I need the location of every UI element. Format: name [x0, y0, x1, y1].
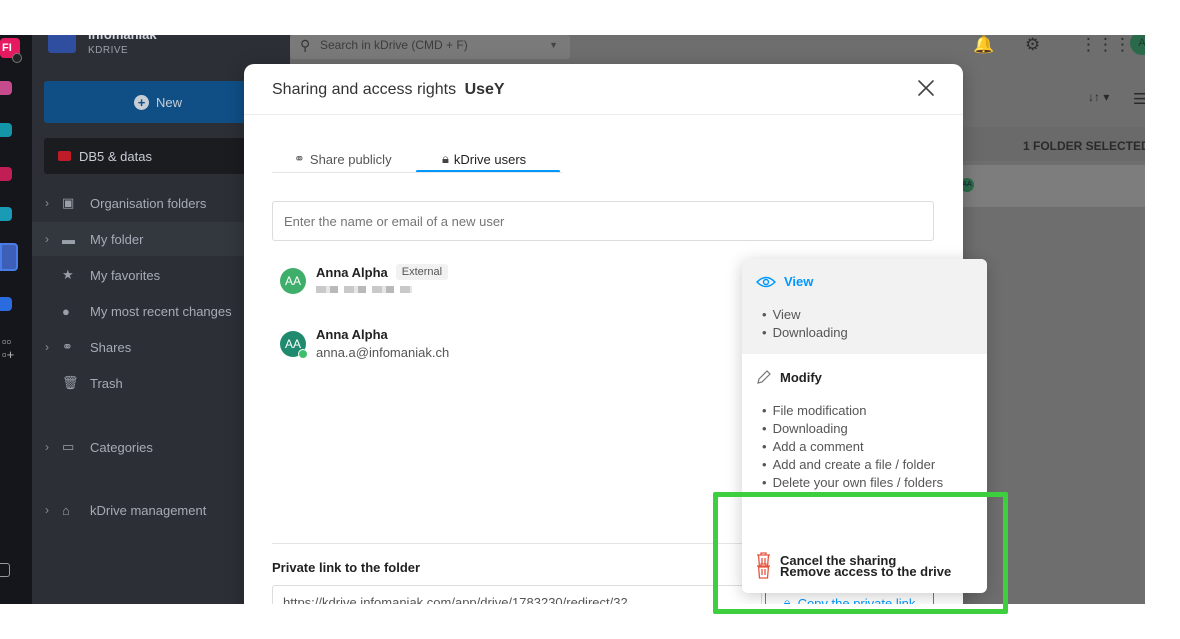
kdrive-icon[interactable]: [0, 207, 12, 221]
chevron-down-icon[interactable]: ▼: [549, 35, 558, 55]
verified-icon: [298, 349, 308, 359]
user-row-external[interactable]: AA Anna Alpha External: [280, 264, 449, 294]
drive-color-icon: [58, 151, 71, 161]
list-item: Add a comment: [762, 438, 943, 456]
user-name: Anna Alpha: [316, 327, 388, 342]
search-icon: ⚲: [300, 37, 311, 53]
kchat-icon[interactable]: [0, 123, 12, 137]
private-link-label: Private link to the folder: [272, 560, 421, 575]
bell-icon[interactable]: 🔔: [973, 35, 994, 55]
user-name: Anna Alpha: [316, 264, 388, 280]
star-icon: ★: [62, 267, 74, 282]
chevron-right-icon[interactable]: ›: [32, 232, 62, 246]
redacted-email: [316, 286, 412, 293]
tab-kdrive-users[interactable]: 🔒︎ kDrive users: [442, 145, 526, 173]
apps-grid-icon[interactable]: ⋮⋮⋮: [1080, 35, 1131, 55]
menu-item-view[interactable]: View View Downloading: [742, 259, 987, 354]
sidebar-item-label: Categories: [90, 439, 153, 455]
tag-icon: ▭: [62, 439, 75, 454]
chevron-right-icon[interactable]: ›: [32, 196, 62, 210]
dialog-title-name: UseY: [464, 81, 505, 98]
external-badge: External: [395, 264, 449, 280]
sidebar-item-label: My most recent changes: [90, 303, 232, 319]
private-link-field[interactable]: https://kdrive.infomaniak.com/app/drive/…: [272, 585, 762, 604]
device-icon[interactable]: [0, 563, 10, 577]
link-icon: ⚭: [62, 339, 73, 354]
dialog-title-prefix: Sharing and access rights: [272, 81, 457, 98]
avatar: AA: [280, 331, 308, 359]
user-row-internal[interactable]: AA Anna Alpha anna.a@infomaniak.ch: [280, 327, 449, 360]
highlight-annotation: [713, 492, 1008, 614]
chevron-down-icon[interactable]: [12, 53, 22, 63]
add-user-input[interactable]: [272, 201, 934, 241]
sidebar-item-label: My folder: [90, 231, 144, 247]
divider: [244, 114, 963, 115]
avatar[interactable]: A: [1130, 35, 1145, 55]
kdrive-logo-icon: [48, 35, 76, 53]
dialog-title: Sharing and access rights UseY: [272, 81, 505, 99]
list-view-icon[interactable]: ☰: [1133, 90, 1145, 108]
sidebar-item-label: Shares: [90, 339, 132, 355]
sort-icon[interactable]: ↓↑ ▾: [1088, 90, 1109, 104]
app-rail: FI ▫▫ ▫+: [0, 35, 32, 604]
avatar: AA: [280, 268, 306, 294]
brand-sub: KDRIVE: [88, 45, 129, 56]
all-apps-icon[interactable]: ▫▫ ▫+: [2, 335, 14, 361]
eye-icon: [756, 276, 776, 287]
selection-count: 1 FOLDER SELECTED: [1023, 139, 1145, 153]
drive-selector-label: DB5 & datas: [79, 148, 152, 164]
clock-icon: ●: [62, 303, 70, 319]
kdrive-active-icon[interactable]: [0, 243, 18, 271]
brand-name: infomaniak: [88, 35, 157, 42]
tab-label: kDrive users: [453, 151, 527, 167]
trash-icon: 🗑: [62, 375, 79, 390]
ai-icon[interactable]: [0, 297, 12, 311]
list-item: Add and create a file / folder: [762, 456, 943, 474]
pencil-icon: [757, 370, 771, 384]
divider: [272, 172, 562, 173]
sidebar-item-label: kDrive management: [90, 502, 207, 518]
kmail-icon[interactable]: [0, 167, 12, 181]
tab-share-publicly[interactable]: ⚭ Share publicly: [294, 145, 392, 173]
folder-icon: ▬: [62, 231, 75, 247]
close-icon[interactable]: [916, 78, 936, 98]
plus-icon: +: [133, 94, 149, 110]
lock-icon: 🔒︎: [442, 151, 449, 166]
list-item: Delete your own files / folders: [762, 474, 944, 492]
sidebar-item-label: Trash: [90, 375, 123, 391]
link-icon: ⚭: [294, 151, 305, 166]
list-item: View: [762, 306, 848, 324]
sidebar-item-label: Organisation folders: [90, 195, 207, 211]
chevron-right-icon[interactable]: ›: [32, 440, 62, 454]
drive-selector[interactable]: DB5 & datas ⋮: [44, 138, 272, 174]
home-icon[interactable]: [0, 81, 12, 95]
drive-management-icon: ⌂: [62, 502, 70, 518]
search-input[interactable]: ⚲ Search in kDrive (CMD + F) ▼: [290, 35, 570, 59]
menu-item-modify[interactable]: Modify File modification Downloading Add…: [742, 354, 987, 499]
chevron-right-icon[interactable]: ›: [32, 340, 62, 354]
share-tabs: ⚭ Share publicly 🔒︎ kDrive users: [272, 145, 562, 173]
tab-label: Share publicly: [309, 151, 392, 167]
gear-icon[interactable]: ⚙: [1025, 35, 1040, 55]
search-placeholder: Search in kDrive (CMD + F): [320, 38, 468, 52]
organisation-folder-icon: ▣: [62, 195, 75, 210]
new-button-label: New: [155, 94, 182, 110]
sidebar-item-label: My favorites: [90, 267, 161, 283]
user-email: anna.a@infomaniak.ch: [316, 345, 450, 360]
list-item: Downloading: [762, 324, 848, 342]
new-button[interactable]: + New: [44, 81, 272, 123]
chevron-right-icon[interactable]: ›: [32, 503, 62, 517]
modify-title: Modify: [780, 369, 822, 385]
table-row[interactable]: [962, 165, 1145, 207]
list-item: File modification: [762, 402, 943, 420]
view-title: View: [784, 274, 814, 289]
list-item: Downloading: [762, 420, 943, 438]
